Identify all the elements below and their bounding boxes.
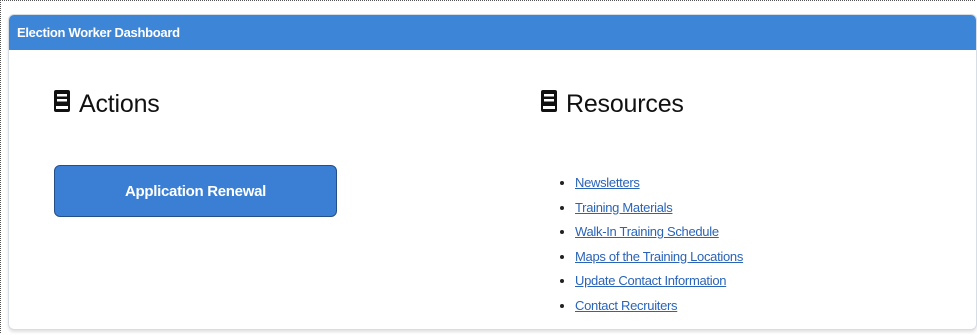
- panel-header: Election Worker Dashboard: [9, 15, 976, 50]
- training-materials-link[interactable]: Training Materials: [575, 200, 673, 215]
- contact-recruiters-link[interactable]: Contact Recruiters: [575, 298, 678, 313]
- training-locations-maps-link[interactable]: Maps of the Training Locations: [575, 249, 743, 264]
- walk-in-training-schedule-link[interactable]: Walk-In Training Schedule: [575, 224, 719, 239]
- dashboard-panel: Election Worker Dashboard Actions Applic…: [8, 14, 977, 330]
- resources-title: Resources: [566, 90, 684, 118]
- list-item: Training Materials: [575, 196, 743, 221]
- book-icon: [540, 89, 558, 120]
- list-item: Walk-In Training Schedule: [575, 220, 743, 245]
- newsletters-link[interactable]: Newsletters: [575, 175, 640, 190]
- list-item: Maps of the Training Locations: [575, 245, 743, 270]
- book-icon: [53, 89, 71, 120]
- list-item: Contact Recruiters: [575, 294, 743, 319]
- list-item: Update Contact Information: [575, 269, 743, 294]
- application-renewal-button[interactable]: Application Renewal: [54, 165, 337, 217]
- resources-heading: Resources: [540, 89, 684, 120]
- list-item: Newsletters: [575, 171, 743, 196]
- update-contact-info-link[interactable]: Update Contact Information: [575, 273, 726, 288]
- actions-heading: Actions: [53, 89, 160, 120]
- resources-list: Newsletters Training Materials Walk-In T…: [557, 171, 743, 319]
- actions-title: Actions: [79, 90, 160, 118]
